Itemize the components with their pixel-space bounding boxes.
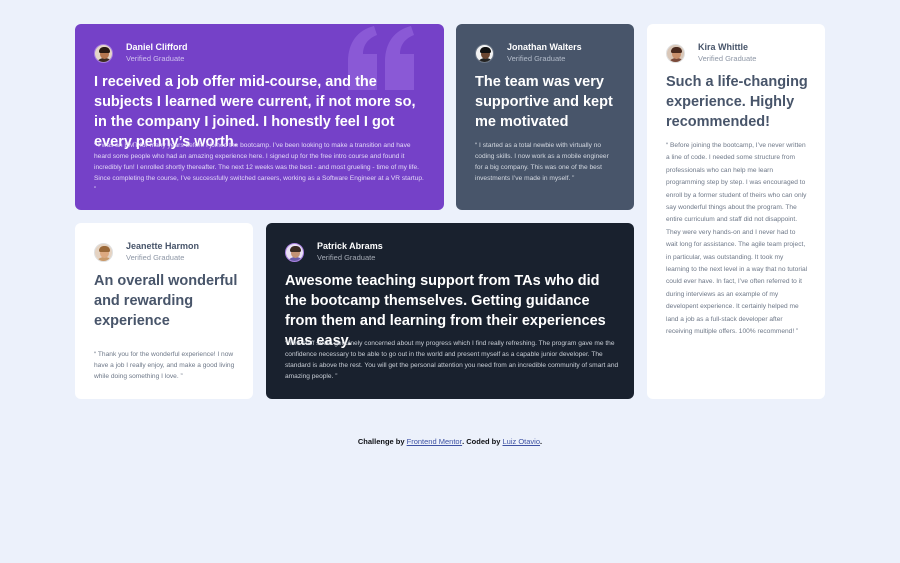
author-name: Patrick Abrams: [317, 241, 383, 251]
testimonial-quote: “ I started as a total newbie with virtu…: [475, 142, 609, 182]
avatar: [94, 43, 113, 63]
attribution-prefix: Challenge by: [357, 437, 407, 446]
author-name: Jeanette Harmon: [126, 241, 200, 251]
author-link[interactable]: Luiz Otavio: [503, 437, 541, 446]
card-header: Daniel Clifford Verified Graduate: [94, 42, 188, 64]
card-header: Patrick Abrams Verified Graduate: [285, 241, 383, 263]
testimonial-card-patrick: Patrick Abrams Verified Graduate Awesome…: [266, 223, 634, 399]
testimonial-quote: “ I was an EMT for many years before I j…: [94, 142, 424, 193]
attribution-middle: . Coded by: [462, 437, 503, 446]
avatar: [94, 242, 113, 262]
card-header: Jonathan Walters Verified Graduate: [475, 42, 582, 64]
avatar: [475, 43, 494, 63]
author-role: Verified Graduate: [317, 253, 376, 262]
avatar: [285, 242, 304, 262]
avatar: [666, 43, 685, 63]
testimonial-title: The team was very supportive and kept me…: [475, 74, 613, 130]
author-role: Verified Graduate: [126, 54, 185, 63]
testimonial-card-jonathan: Jonathan Walters Verified Graduate The t…: [456, 24, 634, 210]
author-role: Verified Graduate: [126, 253, 185, 262]
frontend-mentor-link[interactable]: Frontend Mentor: [407, 437, 462, 446]
author-role: Verified Graduate: [507, 54, 566, 63]
card-header: Jeanette Harmon Verified Graduate: [94, 241, 199, 263]
testimonial-quote: “ The staff seem genuinely concerned abo…: [285, 340, 619, 380]
author-role: Verified Graduate: [698, 54, 757, 63]
card-header: Kira Whittle Verified Graduate: [666, 42, 756, 64]
testimonial-title: An overall wonderful and rewarding exper…: [94, 273, 238, 329]
testimonial-card-kira: Kira Whittle Verified Graduate Such a li…: [647, 24, 825, 399]
testimonial-quote: “ Thank you for the wonderful experience…: [94, 351, 235, 380]
testimonial-card-daniel: Daniel Clifford Verified Graduate I rece…: [75, 24, 444, 210]
testimonial-quote: “ Before joining the bootcamp, I’ve neve…: [666, 142, 808, 336]
attribution-footer: Challenge by Frontend Mentor. Coded by L…: [0, 437, 900, 446]
author-name: Jonathan Walters: [507, 42, 582, 52]
author-name: Kira Whittle: [698, 42, 749, 52]
testimonial-title: Such a life-changing experience. Highly …: [666, 74, 808, 130]
author-name: Daniel Clifford: [126, 42, 188, 52]
testimonial-card-jeanette: Jeanette Harmon Verified Graduate An ove…: [75, 223, 253, 399]
attribution-suffix: .: [540, 437, 543, 446]
